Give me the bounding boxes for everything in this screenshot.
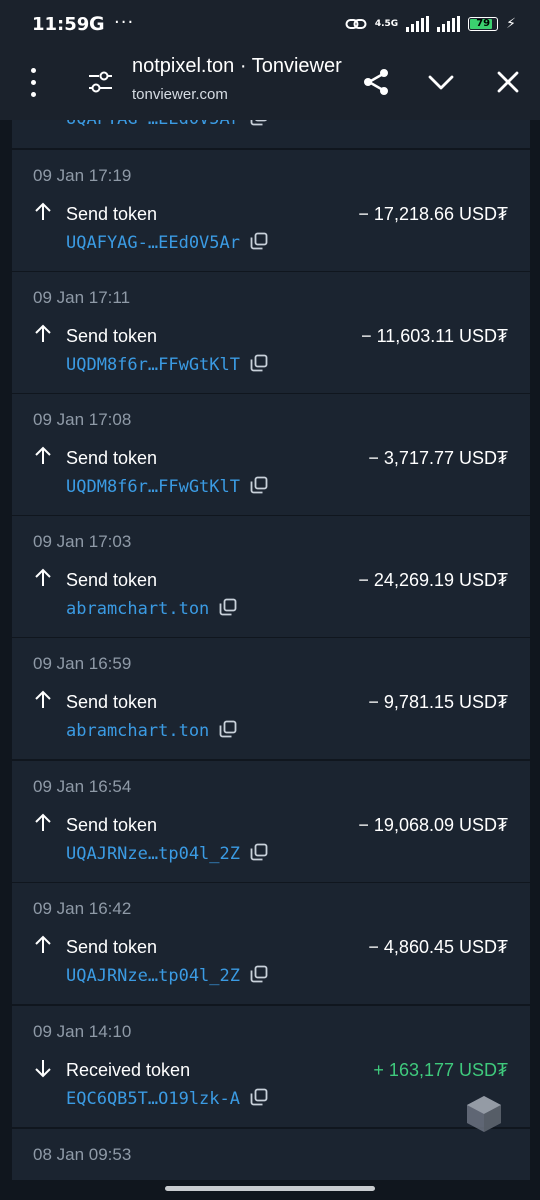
status-icons: 4.5G 79 ⚡ <box>345 13 516 35</box>
page-url: tonviewer.com <box>132 86 228 103</box>
arrow-up-icon <box>35 446 51 464</box>
transaction-amount: − 11,603.11 USD₮ <box>361 326 508 346</box>
arrow-up-icon <box>35 813 51 831</box>
copy-icon[interactable] <box>219 598 237 616</box>
transaction-row[interactable]: 09 Jan 17:11 Send token − 11,603.11 USD₮… <box>12 272 530 393</box>
copy-icon[interactable] <box>250 232 268 250</box>
arrow-up-icon <box>35 935 51 953</box>
copy-icon[interactable] <box>250 354 268 372</box>
transaction-date: 09 Jan 17:19 <box>33 166 132 185</box>
browser-app-bar: notpixel.ton · Tonviewer tonviewer.com <box>0 48 540 120</box>
transaction-row[interactable]: 09 Jan 17:08 Send token − 3,717.77 USD₮ … <box>12 394 530 515</box>
transaction-date: 09 Jan 14:10 <box>33 1022 132 1041</box>
counterparty-address[interactable]: UQDM8f6r…FFwGtKlT <box>66 354 268 375</box>
transaction-date: 09 Jan 16:54 <box>33 777 132 796</box>
arrow-up-icon <box>35 324 51 342</box>
share-icon[interactable] <box>360 66 392 98</box>
transaction-action: Send token <box>66 692 158 712</box>
signal-strength-icon <box>406 16 430 32</box>
clock: 11:59 <box>32 14 90 35</box>
transaction-amount: − 19,068.09 USD₮ <box>358 815 508 835</box>
transaction-row[interactable]: 09 Jan 16:54 Send token − 19,068.09 USD₮… <box>12 761 530 882</box>
copy-icon[interactable] <box>250 843 268 861</box>
transaction-date: 09 Jan 17:03 <box>33 532 132 551</box>
transaction-amount: − 17,218.66 USD₮ <box>358 204 508 224</box>
chevron-down-icon[interactable] <box>426 68 456 96</box>
link-icon <box>345 19 367 29</box>
transaction-amount: − 4,860.45 USD₮ <box>368 937 508 957</box>
copy-icon[interactable] <box>250 476 268 494</box>
transaction-action: Send token <box>66 937 158 957</box>
transaction-row[interactable]: 09 Jan 17:19 Send token − 17,218.66 USD₮… <box>12 150 530 271</box>
copy-icon[interactable] <box>250 965 268 983</box>
battery-level: 79 <box>476 18 491 29</box>
battery-icon: 79 <box>468 17 499 31</box>
transaction-row[interactable]: 09 Jan 14:10 Received token + 163,177 US… <box>12 1006 530 1127</box>
transaction-row-partial-top[interactable]: UQAFYAG-…EEd0V5Ar <box>12 120 530 148</box>
counterparty-address[interactable]: UQAFYAG-…EEd0V5Ar <box>66 232 268 253</box>
counterparty-address[interactable]: abramchart.ton <box>66 720 237 741</box>
transaction-action: Send token <box>66 448 158 468</box>
arrow-up-icon <box>35 202 51 220</box>
google-notification-icon: G <box>89 13 105 35</box>
counterparty-address[interactable]: EQC6QB5T…O19lzk-A <box>66 1088 268 1109</box>
arrow-up-icon <box>35 568 51 586</box>
home-indicator[interactable] <box>165 1186 375 1191</box>
signal-strength-icon-2 <box>437 16 461 32</box>
transaction-amount: − 24,269.19 USD₮ <box>358 570 508 590</box>
copy-icon[interactable] <box>250 1088 268 1106</box>
transaction-row-partial-bottom[interactable]: 08 Jan 09:53 <box>12 1129 530 1180</box>
more-notifications-icon: ··· <box>114 12 135 33</box>
site-settings-icon[interactable] <box>86 68 114 96</box>
counterparty-address[interactable]: UQAFYAG-…EEd0V5Ar <box>66 120 268 129</box>
counterparty-address[interactable]: UQDM8f6r…FFwGtKlT <box>66 476 268 497</box>
status-bar: 11:59 G ··· 4.5G 79 ⚡ <box>0 0 540 48</box>
transaction-amount: − 3,717.77 USD₮ <box>368 448 508 468</box>
arrow-down-icon <box>35 1060 51 1078</box>
page-title: notpixel.ton · Tonviewer <box>132 55 342 77</box>
transaction-action: Send token <box>66 204 158 224</box>
counterparty-address[interactable]: UQAJRNze…tp04l_2Z <box>66 843 268 864</box>
transaction-list: UQAFYAG-…EEd0V5Ar 09 Jan 17:19 Send toke… <box>12 120 530 1180</box>
cube-icon[interactable] <box>464 1094 504 1134</box>
transaction-date: 09 Jan 16:59 <box>33 654 132 673</box>
counterparty-address[interactable]: UQAJRNze…tp04l_2Z <box>66 965 268 986</box>
transaction-amount: − 9,781.15 USD₮ <box>368 692 508 712</box>
menu-icon[interactable] <box>26 68 40 98</box>
transaction-action: Send token <box>66 570 158 590</box>
close-icon[interactable] <box>494 68 522 96</box>
transaction-date: 08 Jan 09:53 <box>33 1145 132 1164</box>
arrow-up-icon <box>35 690 51 708</box>
transaction-row[interactable]: 09 Jan 16:59 Send token − 9,781.15 USD₮ … <box>12 638 530 759</box>
transaction-date: 09 Jan 17:08 <box>33 410 132 429</box>
charging-icon: ⚡ <box>506 16 516 32</box>
transaction-row[interactable]: 09 Jan 16:42 Send token − 4,860.45 USD₮ … <box>12 883 530 1004</box>
transaction-row[interactable]: 09 Jan 17:03 Send token − 24,269.19 USD₮… <box>12 516 530 637</box>
counterparty-address[interactable]: abramchart.ton <box>66 598 237 619</box>
transaction-action: Send token <box>66 326 158 346</box>
copy-icon[interactable] <box>250 120 268 126</box>
transaction-action: Received token <box>66 1060 191 1080</box>
transaction-action: Send token <box>66 815 158 835</box>
transaction-date: 09 Jan 16:42 <box>33 899 132 918</box>
transaction-date: 09 Jan 17:11 <box>33 288 131 307</box>
network-type-label: 4.5G <box>374 18 399 29</box>
copy-icon[interactable] <box>219 720 237 738</box>
transaction-amount: + 163,177 USD₮ <box>373 1060 508 1080</box>
